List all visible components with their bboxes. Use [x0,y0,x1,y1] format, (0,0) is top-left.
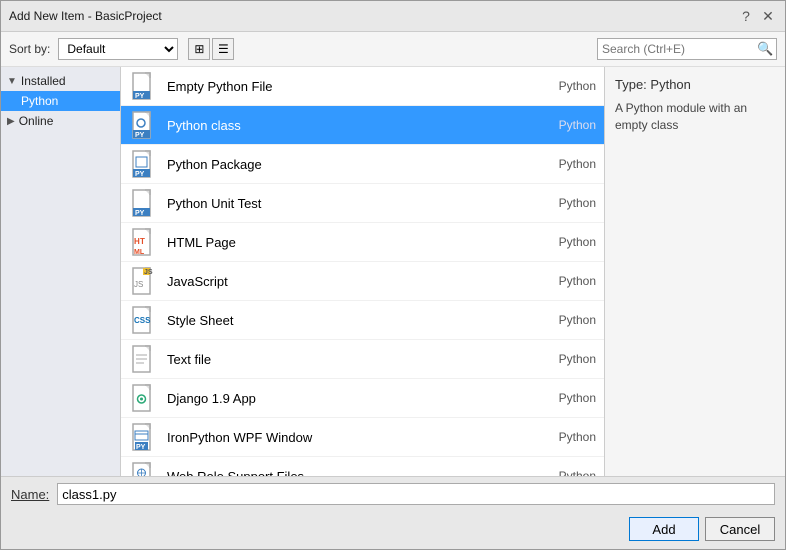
svg-text:T: T [140,237,145,246]
item-category: Python [541,79,596,93]
search-box: 🔍 [597,38,777,60]
search-input[interactable] [602,42,757,56]
item-category: Python [541,430,596,444]
content-area: ▼ Installed Python ▶ Online [1,67,785,476]
installed-section-header[interactable]: ▼ Installed [1,71,120,91]
item-category: Python [541,118,596,132]
item-name: Text file [167,352,531,367]
svg-text:PY: PY [135,93,145,100]
close-button[interactable]: ✕ [759,7,777,25]
item-name: JavaScript [167,274,531,289]
item-category: Python [541,391,596,405]
list-item[interactable]: JS JS JavaScript Python [121,262,604,301]
item-category: Python [541,469,596,476]
svg-text:JS: JS [144,269,153,276]
list-item[interactable]: Text file Python [121,340,604,379]
left-panel: ▼ Installed Python ▶ Online [1,67,121,476]
item-name: Style Sheet [167,313,531,328]
item-name: Empty Python File [167,79,531,94]
type-line: Type: Python [615,77,775,92]
online-section-header[interactable]: ▶ Online [1,111,120,131]
item-icon: PY [129,72,157,100]
installed-arrow: ▼ [7,76,17,87]
item-category: Python [541,157,596,171]
item-category: Python [541,352,596,366]
list-item[interactable]: CSS Style Sheet Python [121,301,604,340]
item-icon [129,345,157,373]
search-icon[interactable]: 🔍 [757,41,773,57]
list-item[interactable]: PY Web Role Support Files Python [121,457,604,476]
sort-select[interactable]: Default Name Type [58,38,178,60]
type-value: Python [650,77,690,92]
name-label: Name: [11,487,49,502]
item-name: Web Role Support Files [167,469,531,477]
add-new-item-dialog: Add New Item - BasicProject ? ✕ Sort by:… [0,0,786,550]
online-label: Online [19,114,54,128]
item-icon: PY [129,189,157,217]
installed-label: Installed [21,74,66,88]
titlebar: Add New Item - BasicProject ? ✕ [1,1,785,32]
button-row: Add Cancel [1,511,785,549]
list-item[interactable]: Django 1.9 App Python [121,379,604,418]
item-icon: PY [129,423,157,451]
description-text: A Python module with an empty class [615,100,775,134]
add-button[interactable]: Add [629,517,699,541]
item-icon: PY [129,462,157,476]
right-panel: Type: Python A Python module with an emp… [605,67,785,476]
python-tree-item[interactable]: Python [1,91,120,111]
svg-text:PY: PY [135,210,145,217]
list-item[interactable]: PY Python class Python [121,106,604,145]
svg-text:ML: ML [134,249,145,256]
svg-text:PY: PY [135,132,145,139]
item-name: Django 1.9 App [167,391,531,406]
cancel-button[interactable]: Cancel [705,517,775,541]
list-item[interactable]: PY Python Unit Test Python [121,184,604,223]
view-icons: ⊞ ☰ [188,38,234,60]
item-name: Python Unit Test [167,196,531,211]
help-button[interactable]: ? [737,7,755,25]
svg-text:JS: JS [134,280,143,289]
item-icon: JS JS [129,267,157,295]
list-item[interactable]: H T ML HTML Page Python [121,223,604,262]
sort-label: Sort by: [9,42,50,56]
middle-panel: PY Empty Python File Python [121,67,605,476]
item-icon: PY [129,111,157,139]
item-category: Python [541,313,596,327]
svg-text:CSS: CSS [134,316,151,325]
item-name: IronPython WPF Window [167,430,531,445]
item-list: PY Empty Python File Python [121,67,604,476]
item-icon: PY [129,150,157,178]
item-name: HTML Page [167,235,531,250]
item-category: Python [541,235,596,249]
item-icon: H T ML [129,228,157,256]
item-name: Python class [167,118,531,133]
titlebar-controls: ? ✕ [737,7,777,25]
list-view-button[interactable]: ☰ [212,38,234,60]
item-name: Python Package [167,157,531,172]
item-category: Python [541,196,596,210]
list-item[interactable]: PY Python Package Python [121,145,604,184]
type-label: Type: [615,77,647,92]
item-icon: CSS [129,306,157,334]
dialog-title: Add New Item - BasicProject [9,9,162,23]
dialog-body: Sort by: Default Name Type ⊞ ☰ 🔍 ▼ Insta… [1,32,785,549]
item-icon [129,384,157,412]
item-category: Python [541,274,596,288]
name-input[interactable] [57,483,775,505]
list-item[interactable]: PY IronPython WPF Window Python [121,418,604,457]
grid-view-button[interactable]: ⊞ [188,38,210,60]
list-item[interactable]: PY Empty Python File Python [121,67,604,106]
online-arrow: ▶ [7,116,15,127]
toolbar-row: Sort by: Default Name Type ⊞ ☰ 🔍 [1,32,785,67]
svg-text:PY: PY [136,444,146,451]
name-row: Name: [1,476,785,511]
svg-text:PY: PY [135,171,145,178]
